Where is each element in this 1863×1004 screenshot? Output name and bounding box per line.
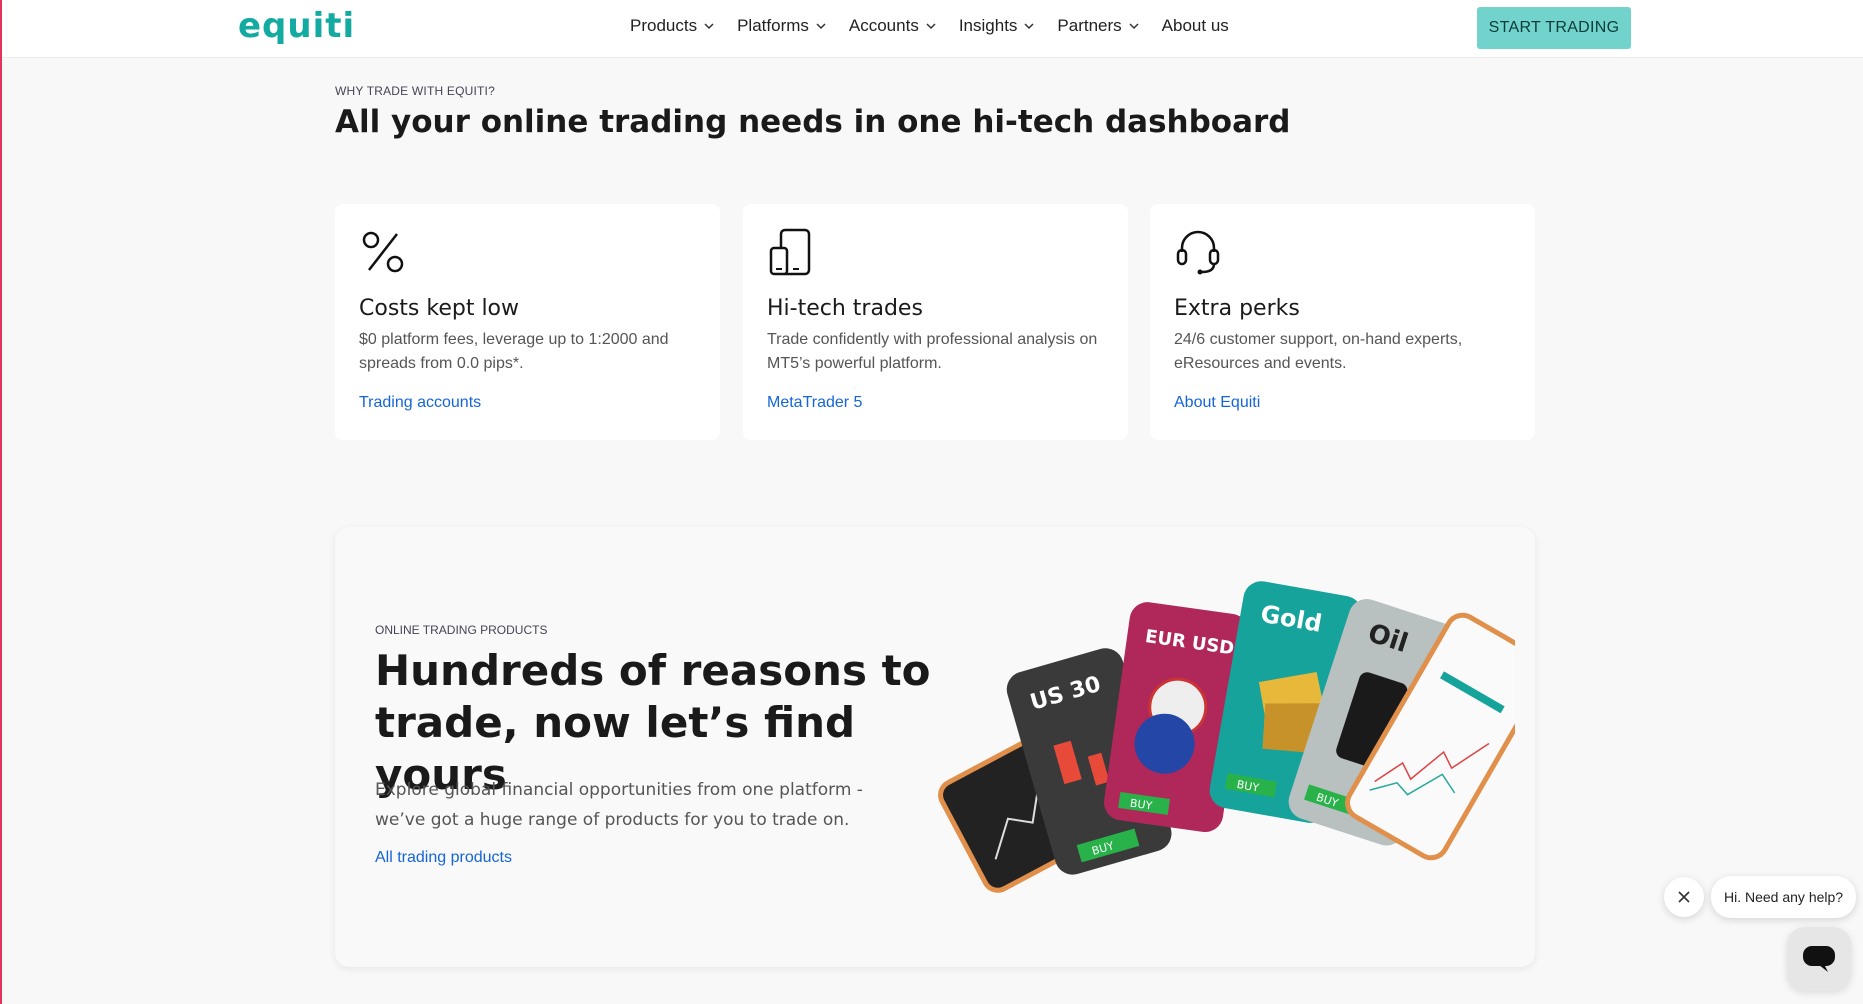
site-header: equiti Products Platforms Accounts Insig…	[2, 0, 1863, 58]
card-title: Costs kept low	[359, 296, 520, 321]
nav-label: Accounts	[848, 16, 919, 35]
nav-products[interactable]: Products	[630, 16, 715, 36]
nav-platforms[interactable]: Platforms	[737, 16, 827, 36]
products-eyebrow: ONLINE TRADING PRODUCTS	[375, 623, 548, 637]
nav-label: About us	[1161, 16, 1229, 35]
start-trading-button[interactable]: START TRADING	[1477, 7, 1631, 49]
trading-cards-illustration: US 30 BUY EUR USD BUY Gold BUY Oil BUY	[938, 581, 1515, 893]
nav-accounts[interactable]: Accounts	[849, 16, 937, 36]
tablet-icon	[769, 228, 811, 276]
percent-icon	[362, 231, 404, 273]
card-title: Extra perks	[1174, 296, 1300, 321]
nav-label: Platforms	[737, 16, 809, 35]
why-eyebrow: WHY TRADE WITH EQUITI?	[335, 84, 495, 98]
products-panel: ONLINE TRADING PRODUCTS Hundreds of reas…	[335, 527, 1535, 967]
nav-label: Insights	[958, 16, 1018, 35]
feature-card-costs: Costs kept low $0 platform fees, leverag…	[335, 204, 720, 440]
card-title: Hi-tech trades	[767, 296, 923, 321]
trading-accounts-link[interactable]: Trading accounts	[359, 394, 481, 412]
chevron-down-icon	[1024, 23, 1034, 30]
nav-about-us[interactable]: About us	[1162, 16, 1229, 36]
equiti-logo[interactable]: equiti	[238, 6, 355, 46]
nav-label: Products	[630, 16, 698, 35]
chevron-down-icon	[1129, 23, 1139, 30]
chat-launcher-button[interactable]	[1787, 927, 1851, 991]
close-icon	[1678, 891, 1690, 903]
why-title: All your online trading needs in one hi-…	[335, 104, 1291, 140]
nav-partners[interactable]: Partners	[1057, 16, 1139, 36]
chevron-down-icon	[816, 23, 826, 30]
nav-insights[interactable]: Insights	[959, 16, 1036, 36]
feature-card-hitech: Hi-tech trades Trade confidently with pr…	[743, 204, 1128, 440]
chat-greeting-bubble[interactable]: Hi. Need any help?	[1711, 876, 1857, 918]
card-description: 24/6 customer support, on-hand experts, …	[1174, 331, 1463, 372]
chat-close-button[interactable]	[1664, 877, 1704, 917]
main-nav: Products Platforms Accounts Insights Par…	[630, 16, 1251, 36]
about-equiti-link[interactable]: About Equiti	[1174, 394, 1260, 412]
chevron-down-icon	[704, 23, 714, 30]
headset-icon	[1176, 230, 1220, 275]
card-description: Trade confidently with professional anal…	[767, 331, 1098, 372]
feature-card-perks: Extra perks 24/6 customer support, on-ha…	[1150, 204, 1535, 440]
chevron-down-icon	[926, 23, 936, 30]
card-description: $0 platform fees, leverage up to 1:2000 …	[359, 331, 669, 372]
chat-icon	[1803, 946, 1835, 972]
products-description: Explore global financial opportunities f…	[375, 780, 863, 830]
metatrader-5-link[interactable]: MetaTrader 5	[767, 394, 862, 412]
nav-label: Partners	[1057, 16, 1122, 35]
all-trading-products-link[interactable]: All trading products	[375, 849, 512, 867]
